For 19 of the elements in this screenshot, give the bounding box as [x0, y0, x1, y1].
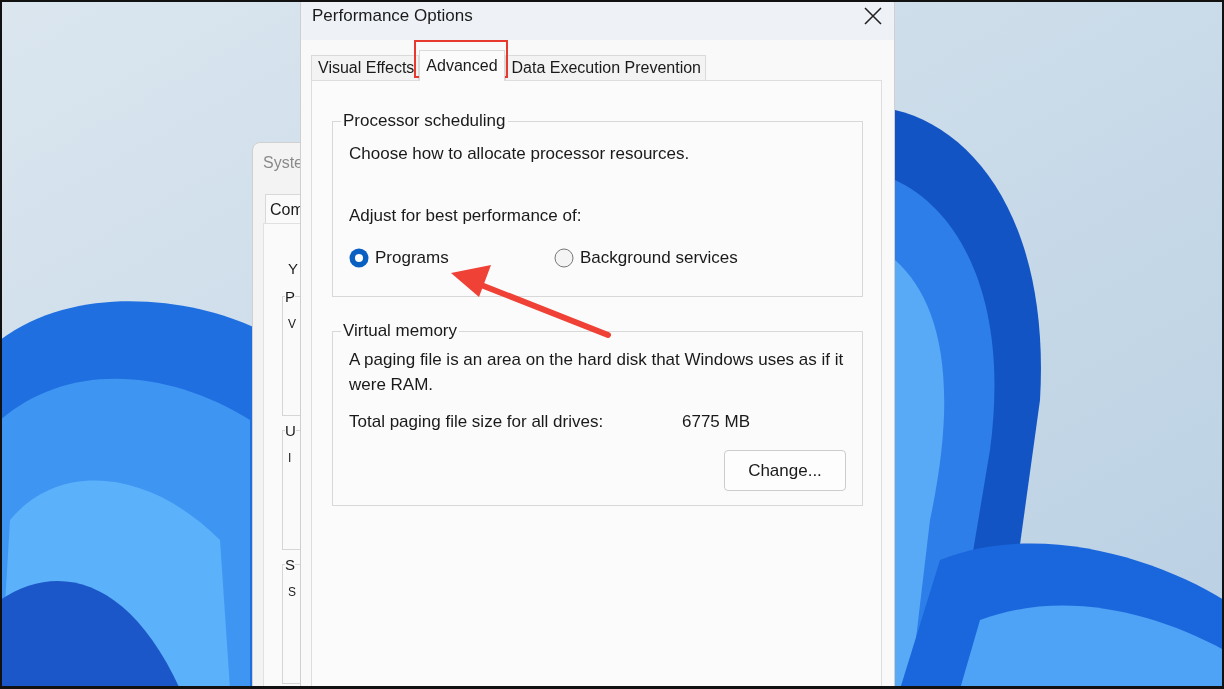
- intro-text: Y: [288, 260, 298, 277]
- group-title: Processor scheduling: [342, 111, 507, 131]
- group-text: S: [288, 585, 296, 599]
- total-value: 6775 MB: [682, 411, 751, 433]
- window-title: Performance Options: [312, 6, 473, 26]
- change-button[interactable]: Change...: [724, 450, 846, 491]
- tab[interactable]: Visual Effects: [311, 55, 420, 80]
- tab[interactable]: Data Execution Prevention: [504, 55, 706, 80]
- close-icon[interactable]: [864, 7, 882, 25]
- group-title: Virtual memory: [342, 321, 458, 341]
- group-text: V: [288, 317, 296, 331]
- tab[interactable]: Advanced: [419, 50, 505, 81]
- description-text: Choose how to allocate processor resources.: [349, 143, 691, 165]
- description-text: A paging file is an area on the hard disk that Windows uses as if it were RAM.: [349, 349, 844, 396]
- total-label: Total paging file size for all drives:: [349, 411, 605, 433]
- radio-option[interactable]: Background services: [554, 248, 759, 268]
- group-text: I: [288, 451, 292, 465]
- prompt-text: Adjust for best performance of:: [349, 205, 583, 227]
- radio-option[interactable]: Programs: [349, 248, 554, 268]
